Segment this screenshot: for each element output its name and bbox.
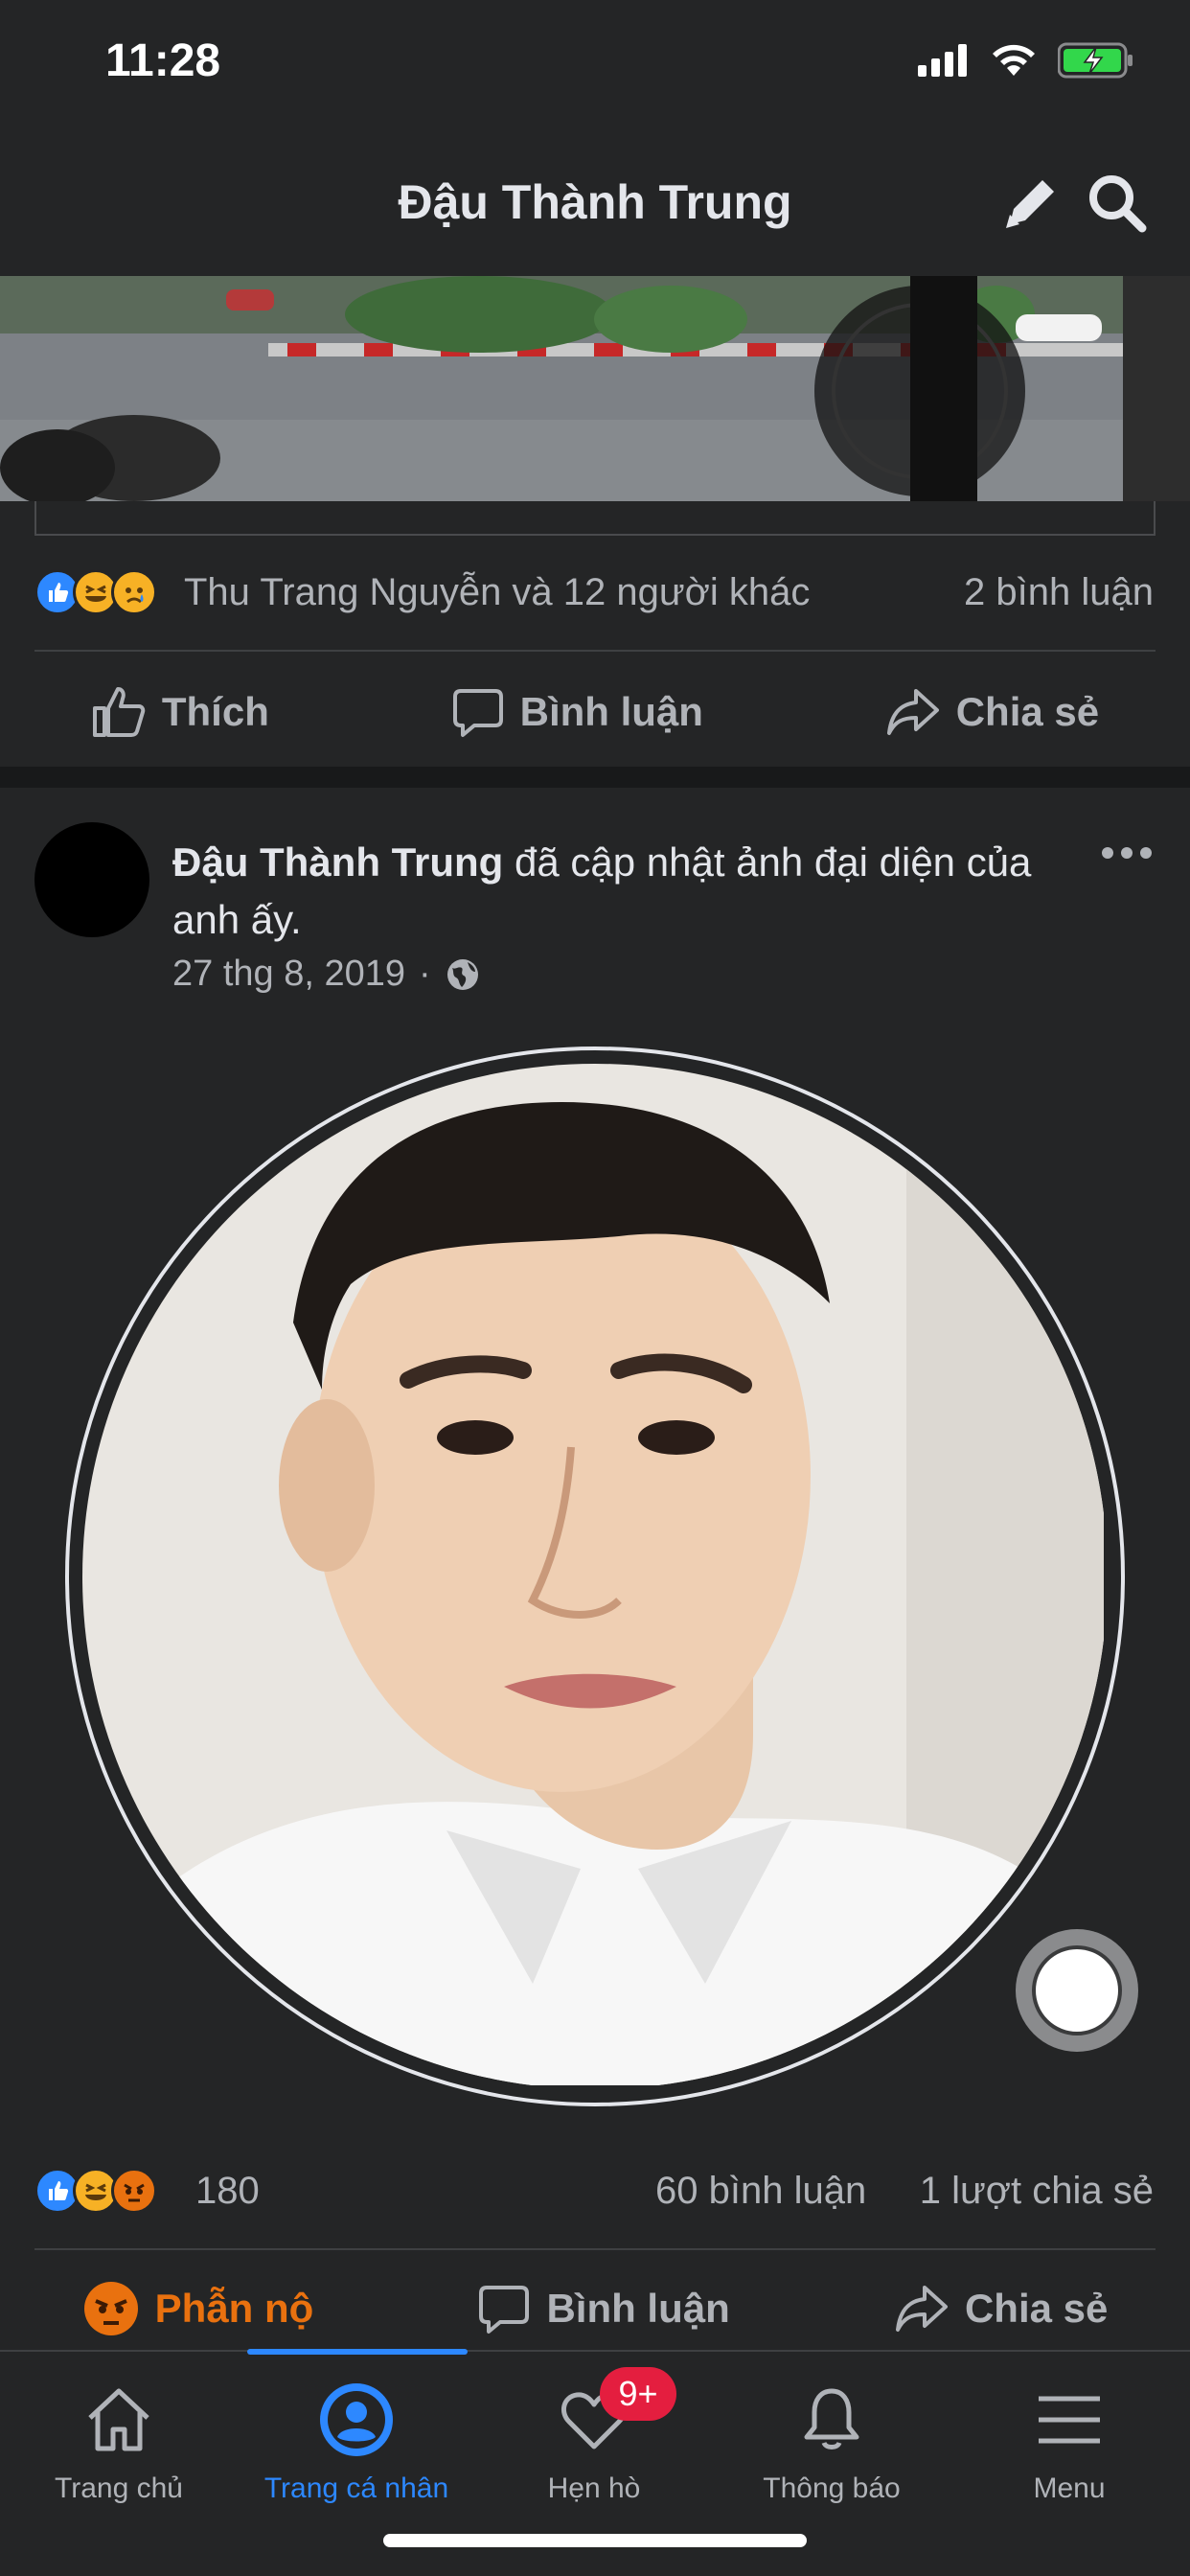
comment-bubble-icon: [452, 689, 503, 737]
share-arrow-icon: [886, 689, 939, 735]
comment-button[interactable]: Bình luận: [477, 2282, 730, 2335]
notification-badge: 9+: [600, 2367, 676, 2421]
active-tab-indicator: [247, 2349, 468, 2355]
edit-button[interactable]: [996, 169, 1065, 238]
reactions-summary[interactable]: Thu Trang Nguyễn và 12 người khác: [184, 571, 810, 614]
angry-face-icon: [83, 2282, 138, 2335]
profile-header: Đậu Thành Trung: [0, 134, 1190, 276]
share-button[interactable]: Chia sẻ: [885, 685, 1099, 739]
reaction-icons[interactable]: [34, 2168, 157, 2214]
tab-home[interactable]: Trang chủ: [23, 2377, 215, 2505]
cover-photo-image: [0, 276, 1190, 501]
home-indicator[interactable]: [383, 2534, 807, 2547]
divider: [34, 2248, 1156, 2250]
tab-dating-label: Hẹn hò: [547, 2472, 641, 2504]
cover-photo-frame: [34, 501, 1156, 536]
sad-reaction-icon: [111, 569, 157, 615]
comment-button-label: Bình luận: [546, 2286, 730, 2331]
battery-charging-icon: [1058, 42, 1133, 79]
status-bar: 11:28: [0, 0, 1190, 134]
like-button[interactable]: Thích: [91, 685, 269, 739]
profile-picture-frame: [65, 1046, 1125, 2106]
angry-reaction-icon: [111, 2168, 157, 2214]
comment-count[interactable]: 60 bình luận: [655, 2170, 866, 2213]
comment-button-label: Bình luận: [519, 689, 703, 734]
profile-picture[interactable]: [82, 1064, 1108, 2089]
post-headline: Đậu Thành Trung đã cập nhật ảnh đại diện…: [172, 834, 1035, 949]
camera-button[interactable]: [1016, 1929, 1138, 2052]
thumbs-up-icon: [92, 687, 146, 737]
like-button-label: Thích: [161, 689, 269, 734]
tab-menu[interactable]: Menu: [973, 2377, 1165, 2505]
more-dot: [1102, 847, 1113, 859]
share-button-label: Chia sẻ: [964, 2286, 1109, 2331]
share-arrow-icon: [895, 2286, 948, 2332]
status-time: 11:28: [105, 35, 221, 86]
tab-notifications-label: Thông báo: [763, 2472, 901, 2504]
divider: [34, 650, 1156, 652]
share-count[interactable]: 1 lượt chia sẻ: [920, 2170, 1154, 2213]
comment-button[interactable]: Bình luận: [451, 685, 703, 739]
share-button-label: Chia sẻ: [955, 689, 1100, 734]
home-icon: [88, 2388, 149, 2451]
profile-icon: [320, 2383, 393, 2456]
pencil-icon: [1006, 180, 1054, 228]
bell-icon: [804, 2388, 859, 2450]
post-author-name[interactable]: Đậu Thành Trung: [172, 840, 503, 885]
post-date[interactable]: 27 thg 8, 2019: [172, 954, 405, 995]
post-actions: Thích Bình luận Chia sẻ: [0, 671, 1190, 753]
post-author-avatar[interactable]: [34, 822, 149, 937]
comment-bubble-icon: [479, 2286, 530, 2334]
post-date-row: 27 thg 8, 2019 ·: [172, 954, 481, 995]
share-button[interactable]: Chia sẻ: [894, 2282, 1108, 2335]
tab-menu-label: Menu: [1033, 2472, 1106, 2504]
menu-icon: [1039, 2396, 1100, 2444]
cellular-signal-icon: [918, 44, 967, 77]
comment-count[interactable]: 2 bình luận: [964, 571, 1154, 614]
profile-picture-image: [82, 1064, 1104, 2085]
post-actions: Phẫn nộ Bình luận Chia sẻ: [0, 2267, 1190, 2350]
tab-home-label: Trang chủ: [55, 2472, 183, 2504]
wifi-icon: [993, 44, 1035, 76]
more-dot: [1140, 847, 1152, 859]
tab-profile-label: Trang cá nhân: [263, 2472, 449, 2504]
reaction-icons[interactable]: [34, 569, 157, 615]
camera-icon: [1032, 1945, 1122, 2036]
tab-profile[interactable]: Trang cá nhân: [261, 2377, 452, 2505]
search-icon: [1089, 175, 1147, 233]
search-button[interactable]: [1083, 169, 1159, 238]
post-separator: [0, 767, 1190, 788]
more-dot: [1121, 847, 1133, 859]
tab-notifications[interactable]: Thông báo: [736, 2377, 927, 2505]
post-more-button[interactable]: [1102, 834, 1169, 872]
date-separator: ·: [419, 954, 431, 994]
reaction-count[interactable]: 180: [195, 2170, 260, 2213]
globe-icon: [446, 958, 478, 990]
cover-photo[interactable]: [0, 276, 1190, 501]
reaction-button-label: Phẫn nộ: [154, 2286, 314, 2331]
status-icons: [918, 42, 1134, 79]
reaction-button[interactable]: Phẫn nộ: [82, 2280, 314, 2337]
